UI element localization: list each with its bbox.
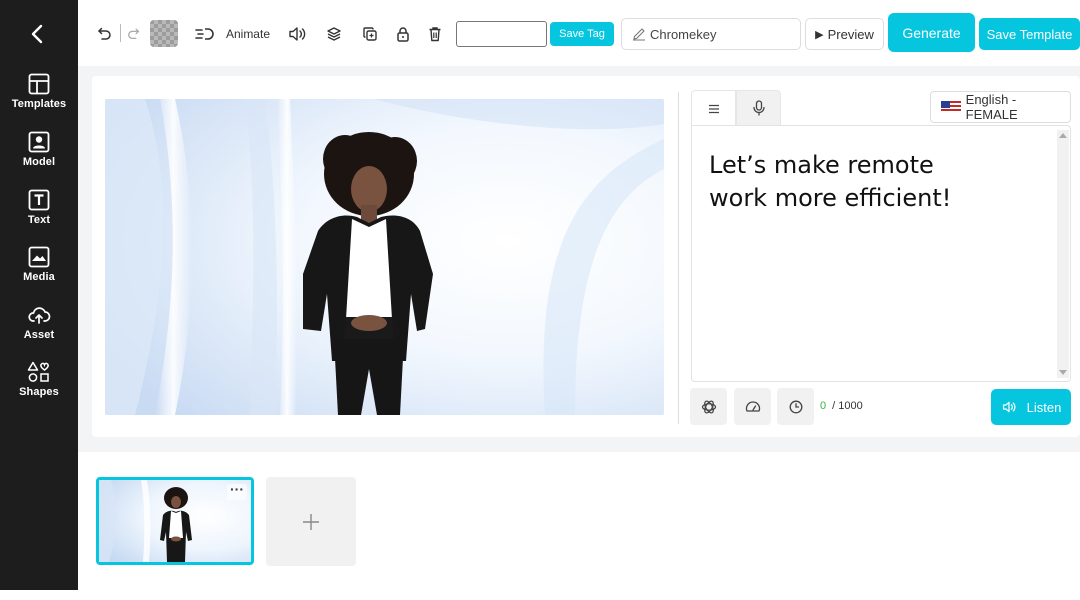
sidebar-item-shapes[interactable]: Shapes bbox=[0, 360, 78, 398]
undo-button[interactable] bbox=[94, 20, 114, 48]
lock-icon bbox=[397, 27, 409, 42]
toolbar-separator bbox=[120, 24, 121, 42]
trash-icon bbox=[429, 27, 441, 42]
add-scene-button[interactable] bbox=[266, 477, 356, 566]
plus-icon bbox=[303, 513, 319, 530]
sidebar-item-label: Templates bbox=[11, 98, 67, 110]
save-template-button[interactable]: Save Template bbox=[979, 18, 1080, 50]
text-icon bbox=[28, 189, 50, 211]
char-count: 0 bbox=[820, 400, 827, 412]
left-sidebar: Templates Model Text Media Asset Shapes bbox=[0, 0, 78, 590]
character-counter: 0 / 1000 bbox=[820, 400, 863, 412]
script-line: work more efficient! bbox=[709, 184, 952, 212]
sidebar-item-label: Asset bbox=[23, 329, 55, 341]
copy-icon bbox=[363, 27, 377, 41]
undo-icon bbox=[98, 27, 111, 40]
audio-button[interactable] bbox=[286, 20, 308, 48]
sidebar-item-label: Text bbox=[27, 214, 51, 226]
language-label: English - FEMALE bbox=[965, 92, 1018, 122]
duplicate-button[interactable] bbox=[360, 20, 380, 48]
language-voice-select[interactable]: English - FEMALE bbox=[930, 91, 1071, 123]
back-button[interactable] bbox=[26, 20, 50, 48]
model-icon bbox=[28, 131, 50, 153]
sidebar-item-text[interactable]: Text bbox=[0, 188, 78, 226]
save-tag-button[interactable]: Save Tag bbox=[550, 22, 614, 46]
templates-icon bbox=[28, 73, 50, 95]
play-icon: ▶ bbox=[815, 28, 824, 41]
chevron-left-icon bbox=[31, 24, 43, 44]
scene-thumbnail[interactable]: ··· bbox=[96, 477, 254, 565]
us-flag-icon bbox=[941, 101, 961, 113]
char-limit: / 1000 bbox=[832, 400, 863, 412]
sidebar-item-media[interactable]: Media bbox=[0, 245, 78, 283]
listen-label: Listen bbox=[1026, 399, 1062, 415]
sidebar-item-asset[interactable]: Asset bbox=[0, 303, 78, 341]
sidebar-item-label: Model bbox=[22, 156, 56, 168]
scroll-down-arrow-icon[interactable] bbox=[1059, 370, 1067, 375]
menu-lines-icon bbox=[708, 104, 719, 113]
avatar-scene bbox=[105, 99, 664, 415]
background-color-swatch[interactable] bbox=[150, 20, 178, 47]
layers-button[interactable] bbox=[324, 20, 344, 48]
animate-label: Animate bbox=[225, 27, 270, 41]
layers-icon bbox=[327, 27, 341, 41]
scroll-up-arrow-icon[interactable] bbox=[1059, 133, 1067, 138]
ai-write-button[interactable] bbox=[690, 388, 727, 425]
tab-voice-upload[interactable] bbox=[736, 90, 781, 126]
sidebar-item-label: Media bbox=[23, 271, 55, 283]
openai-icon bbox=[701, 400, 716, 413]
upload-cloud-icon bbox=[28, 307, 51, 324]
animate-icon bbox=[195, 28, 214, 40]
speaker-icon bbox=[1002, 401, 1016, 413]
lock-button[interactable] bbox=[393, 20, 413, 48]
redo-icon bbox=[128, 28, 140, 40]
speaker-icon bbox=[289, 27, 306, 41]
video-canvas[interactable] bbox=[105, 99, 664, 415]
script-scrollbar[interactable] bbox=[1057, 130, 1069, 378]
preview-button[interactable]: ▶ Preview bbox=[805, 18, 884, 50]
sidebar-item-label: Shapes bbox=[19, 386, 59, 398]
sidebar-item-model[interactable]: Model bbox=[0, 130, 78, 168]
pause-timing-button[interactable] bbox=[777, 388, 814, 425]
clock-icon bbox=[789, 400, 802, 413]
speedometer-icon bbox=[745, 400, 760, 412]
script-text[interactable]: Let’s make remote work more efficient! bbox=[709, 149, 1039, 215]
script-line: Let’s make remote bbox=[709, 151, 934, 179]
chromekey-button[interactable]: Chromekey bbox=[621, 18, 801, 50]
tab-script-text[interactable] bbox=[691, 90, 736, 126]
sidebar-item-templates[interactable]: Templates bbox=[0, 72, 78, 110]
tag-input[interactable] bbox=[456, 21, 547, 47]
speed-button[interactable] bbox=[734, 388, 771, 425]
pencil-icon bbox=[633, 28, 645, 41]
scene-options-button[interactable]: ··· bbox=[227, 482, 247, 500]
redo-button[interactable] bbox=[125, 20, 143, 48]
shapes-icon bbox=[27, 361, 49, 382]
microphone-icon bbox=[752, 100, 765, 116]
media-icon bbox=[28, 246, 50, 268]
animate-button[interactable]: Animate bbox=[194, 20, 270, 48]
generate-button[interactable]: Generate bbox=[888, 13, 975, 52]
panel-divider bbox=[678, 92, 679, 424]
preview-label: Preview bbox=[827, 26, 874, 42]
listen-button[interactable]: Listen bbox=[991, 389, 1071, 425]
chromekey-label: Chromekey bbox=[650, 26, 717, 42]
delete-button[interactable] bbox=[425, 20, 445, 48]
